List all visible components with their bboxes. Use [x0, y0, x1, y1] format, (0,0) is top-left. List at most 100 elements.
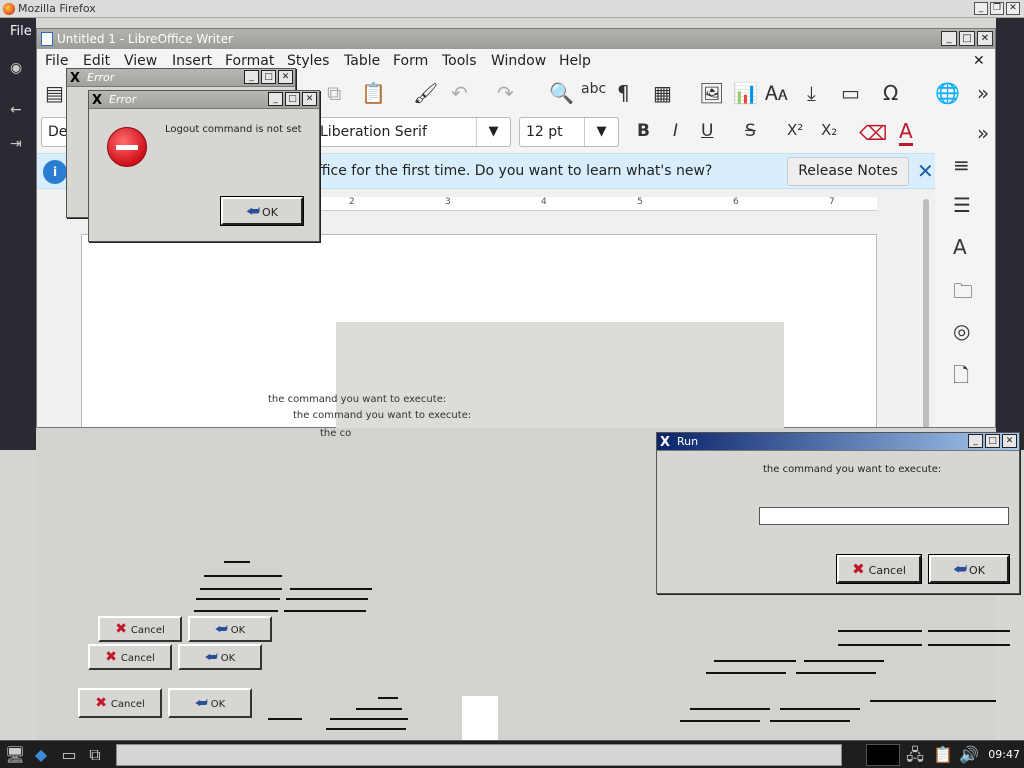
chevron-down-icon[interactable]: ▼ — [584, 118, 618, 146]
run-prompt: the command you want to execute: — [763, 464, 942, 475]
formatting-marks-icon[interactable]: ¶ — [617, 81, 630, 105]
volume-icon[interactable]: 🔊 — [958, 744, 980, 766]
firefox-content-left: File ◉ ← ⇥ — [0, 18, 36, 450]
run-dialog: X Run _ □ ✕ the command you want to exec… — [656, 432, 1020, 594]
minimize-button[interactable]: _ — [268, 92, 283, 106]
clear-formatting-icon[interactable]: ⌫ — [859, 121, 887, 145]
menu-tools[interactable]: Tools — [442, 53, 477, 69]
underline-icon[interactable]: U — [701, 121, 713, 141]
unpainted-region — [462, 696, 498, 740]
minimize-button[interactable]: _ — [941, 31, 957, 46]
paste-icon[interactable]: 📋 — [361, 81, 386, 105]
menu-styles[interactable]: Styles — [287, 53, 329, 69]
copy-icon[interactable]: ⧉ — [327, 81, 341, 105]
cancel-x-icon: ✖ — [852, 560, 865, 578]
bold-icon[interactable]: B — [637, 121, 650, 141]
writer-document-icon — [41, 32, 53, 46]
menu-form[interactable]: Form — [393, 53, 428, 69]
close-button[interactable]: ✕ — [977, 31, 993, 46]
undo-icon[interactable]: ↶ — [451, 81, 468, 105]
minimize-button[interactable]: _ — [244, 70, 259, 84]
ghost-cancel-label: Cancel — [120, 653, 155, 664]
sidebar-menu-icon[interactable]: ≡ — [953, 153, 970, 177]
menu-format[interactable]: Format — [225, 53, 274, 69]
menu-file[interactable]: File — [45, 53, 68, 69]
close-button[interactable]: ✕ — [302, 92, 317, 106]
insert-field-icon[interactable]: ▭ — [841, 81, 860, 105]
insert-textbox-icon[interactable]: 🗛 — [765, 81, 788, 105]
close-icon[interactable]: ✕ — [1006, 2, 1020, 15]
run-cancel-button[interactable]: ✖ Cancel — [836, 554, 922, 584]
error-ok-button[interactable]: ⮨ OK — [220, 196, 304, 226]
error-stop-icon — [107, 127, 147, 167]
maximize-button[interactable]: □ — [959, 31, 975, 46]
firefox-menu-file[interactable]: File — [10, 24, 32, 39]
strikethrough-icon[interactable]: S — [745, 121, 756, 141]
redo-icon[interactable]: ↷ — [497, 81, 514, 105]
release-notes-button[interactable]: Release Notes — [787, 157, 909, 186]
menu-view[interactable]: View — [124, 53, 157, 69]
insert-image-icon[interactable]: 🖼 — [699, 81, 724, 105]
menu-table[interactable]: Table — [344, 53, 380, 69]
new-document-icon[interactable]: ▤ — [45, 81, 64, 105]
menu-insert[interactable]: Insert — [172, 53, 212, 69]
close-document-icon[interactable]: ✕ — [973, 53, 985, 69]
clone-formatting-icon[interactable]: 🖌 — [413, 81, 438, 105]
restore-icon[interactable]: ❐ — [990, 2, 1004, 15]
chevron-down-icon[interactable]: ▼ — [476, 118, 510, 146]
menu-window[interactable]: Window — [491, 53, 546, 69]
close-button[interactable]: ✕ — [1002, 434, 1017, 448]
font-name-combo[interactable]: Liberation Serif ▼ — [313, 117, 511, 147]
artifact-line — [928, 630, 1010, 632]
artifact-line — [804, 660, 884, 662]
superscript-icon[interactable]: X² — [787, 121, 803, 139]
clipboard-icon[interactable]: 📋 — [932, 744, 954, 766]
gallery-icon[interactable]: 🗀 — [953, 277, 973, 311]
artifact-line — [326, 728, 406, 730]
run-ok-label: OK — [969, 564, 985, 577]
taskbar-task-button[interactable] — [116, 744, 842, 766]
x11-logo-icon: X — [660, 435, 671, 450]
ghost-ok-label: OK — [230, 625, 246, 636]
firefox-title: Mozilla Firefox — [18, 2, 96, 15]
maximize-button[interactable]: □ — [985, 434, 1000, 448]
more-formatting-icon[interactable]: » — [977, 121, 989, 145]
error-dialog-back-titlebar: X Error _ □ ✕ — [67, 69, 295, 87]
minimize-button[interactable]: _ — [968, 434, 983, 448]
font-color-icon[interactable]: A — [899, 119, 913, 146]
close-infobar-icon[interactable]: ✕ — [917, 159, 934, 183]
back-icon[interactable]: ← — [10, 102, 26, 118]
close-button[interactable]: ✕ — [278, 70, 293, 84]
subscript-icon[interactable]: X₂ — [821, 121, 837, 139]
insert-table-icon[interactable]: ▦ — [653, 81, 672, 105]
maximize-button[interactable]: □ — [285, 92, 300, 106]
more-toolbar-icon[interactable]: » — [977, 81, 989, 105]
artifact-line — [356, 708, 402, 710]
firefox-icon — [3, 3, 15, 15]
hyperlink-icon[interactable]: 🌐 — [935, 81, 960, 105]
properties-icon[interactable]: ☰ — [953, 193, 971, 217]
insert-chart-icon[interactable]: 📊 — [733, 81, 758, 105]
window-switcher-icon[interactable]: ⧉ — [84, 744, 106, 766]
sign-in-icon[interactable]: ⇥ — [10, 136, 26, 152]
spelling-icon[interactable]: abc — [581, 81, 606, 97]
file-manager-icon[interactable]: ▭ — [58, 744, 80, 766]
special-character-icon[interactable]: Ω — [883, 81, 898, 105]
page-icon[interactable]: 🗋 — [953, 361, 969, 395]
find-replace-icon[interactable]: 🔍 — [549, 81, 574, 105]
menu-edit[interactable]: Edit — [83, 53, 110, 69]
show-desktop-icon[interactable]: 🖥 — [4, 744, 26, 766]
minimize-icon[interactable]: _ — [974, 2, 988, 15]
menu-help[interactable]: Help — [559, 53, 591, 69]
app-menu-icon[interactable]: ◆ — [30, 744, 52, 766]
run-ok-button[interactable]: ⮨ OK — [928, 554, 1010, 584]
maximize-button[interactable]: □ — [261, 70, 276, 84]
navigator-icon[interactable]: ◎ — [953, 319, 970, 343]
run-command-input[interactable] — [759, 507, 1009, 525]
font-size-combo[interactable]: 12 pt ▼ — [519, 117, 619, 147]
page-break-icon[interactable]: ⤓ — [807, 81, 816, 105]
italic-icon[interactable]: I — [673, 121, 678, 141]
styles-icon[interactable]: A — [953, 235, 967, 259]
network-icon[interactable]: 🖧 — [904, 744, 926, 766]
vertical-scrollbar[interactable] — [923, 199, 929, 427]
